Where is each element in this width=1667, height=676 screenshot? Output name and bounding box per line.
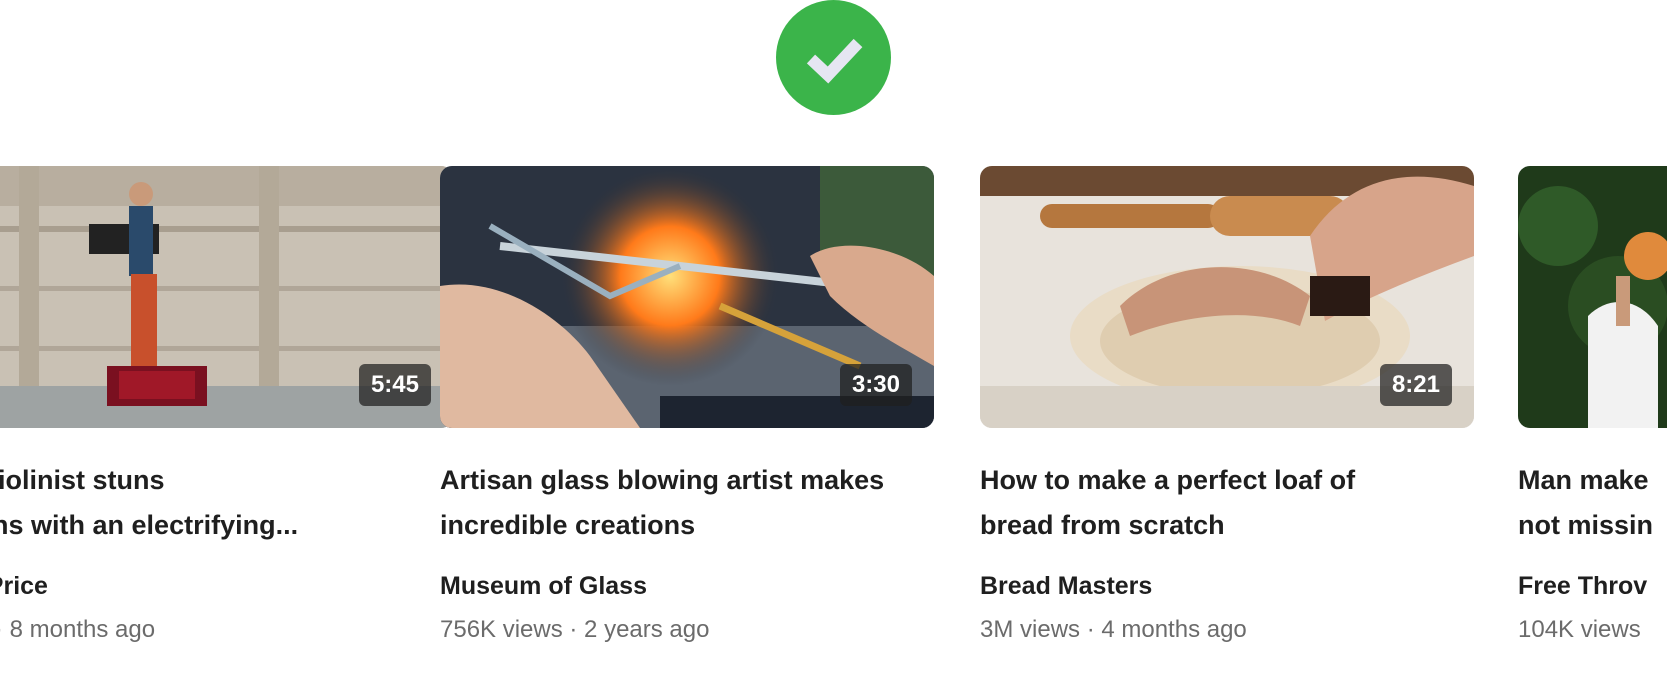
video-title[interactable]: How to make a perfect loaf of bread from… (980, 458, 1474, 548)
video-thumbnail[interactable]: 3:30 (440, 166, 934, 428)
video-thumbnail[interactable]: 5:45 (0, 166, 453, 428)
basketball-thumbnail-image (1518, 166, 1667, 428)
success-badge (776, 0, 891, 115)
channel-name[interactable]: ie Price (0, 570, 453, 602)
video-meta: ws · 8 months ago (0, 616, 156, 643)
video-card[interactable]: Man make not missin Free Throv 104K view… (1518, 166, 1667, 646)
video-title[interactable]: d violinist stuns rians with an electrif… (0, 458, 453, 548)
channel-name[interactable]: Museum of Glass (440, 570, 934, 602)
video-carousel: 5:45 d violinist stuns rians with an ele… (0, 166, 1667, 676)
video-card[interactable]: 3:30 Artisan glass blowing artist makes … (440, 166, 934, 646)
video-meta: 104K views (1518, 616, 1641, 643)
video-card[interactable]: 8:21 How to make a perfect loaf of bread… (980, 166, 1474, 646)
checkmark-icon (806, 38, 862, 83)
video-title[interactable]: Artisan glass blowing artist makes incre… (440, 458, 934, 548)
channel-name[interactable]: Free Throv (1518, 570, 1667, 602)
video-duration: 8:21 (1379, 364, 1452, 406)
video-meta: 756K views · 2 years ago (440, 616, 710, 643)
video-card[interactable]: 5:45 d violinist stuns rians with an ele… (0, 166, 453, 646)
channel-name[interactable]: Bread Masters (980, 570, 1474, 602)
video-title[interactable]: Man make not missin (1518, 458, 1667, 548)
video-thumbnail[interactable]: 8:21 (980, 166, 1474, 428)
video-meta: 3M views · 4 months ago (980, 616, 1247, 643)
video-duration: 3:30 (839, 364, 912, 406)
video-thumbnail[interactable] (1518, 166, 1667, 428)
video-duration: 5:45 (358, 364, 431, 406)
